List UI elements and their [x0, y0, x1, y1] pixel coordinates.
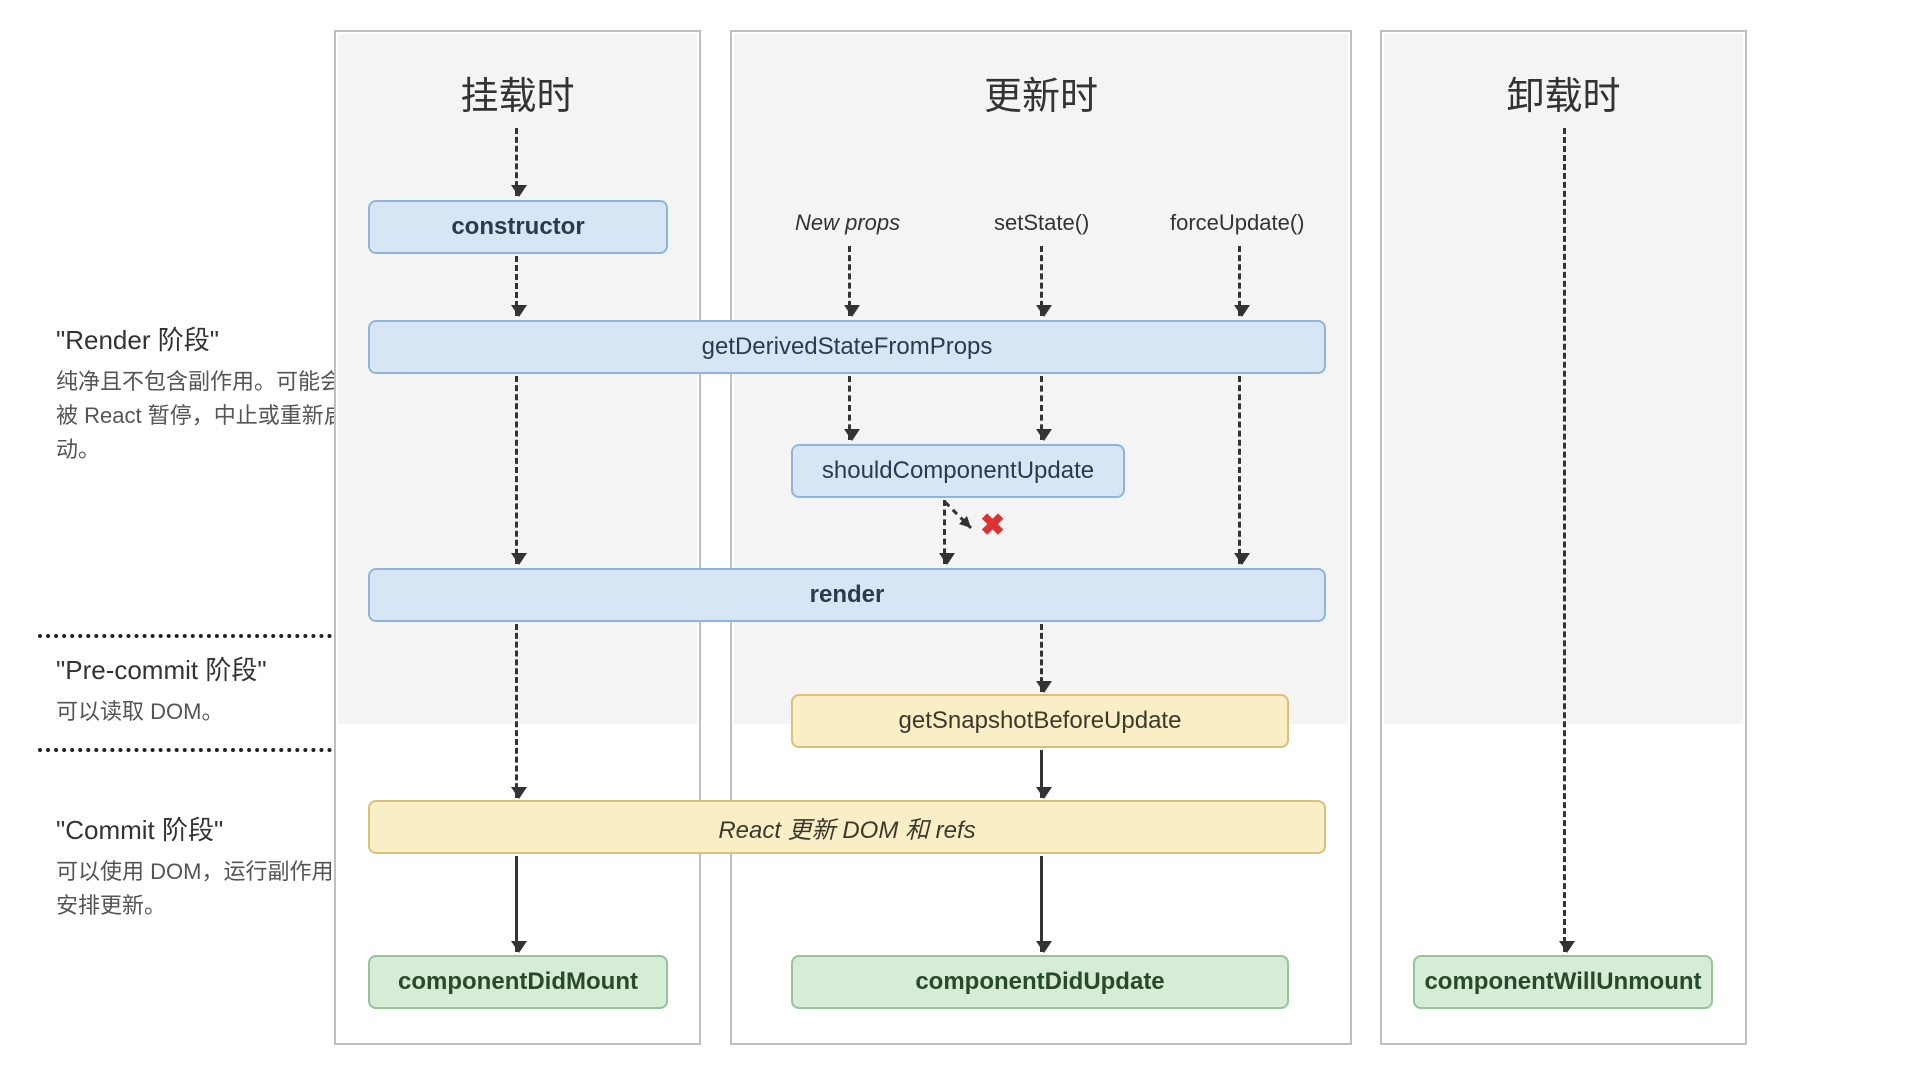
- arrow-setstate-to-gdsfp: [1040, 246, 1043, 316]
- label-new-props: New props: [795, 210, 900, 236]
- phase-render-label: "Render 阶段" 纯净且不包含副作用。可能会被 React 暂停，中止或重…: [56, 320, 356, 467]
- label-setstate: setState(): [994, 210, 1089, 236]
- arrow-mount-to-constructor: [515, 128, 518, 196]
- arrow-scu-cancel: [945, 502, 981, 538]
- node-will-unmount[interactable]: componentWillUnmount: [1413, 955, 1713, 1009]
- label-forceupdate: forceUpdate(): [1170, 210, 1305, 236]
- arrow-render-to-gsbu: [1040, 624, 1043, 692]
- phase-separator-1: [38, 634, 356, 638]
- arrow-unmount: [1563, 128, 1566, 952]
- arrow-gdsfp-to-scu-right: [1040, 376, 1043, 440]
- node-render[interactable]: render: [368, 568, 1326, 622]
- arrow-gdsfp-to-scu-left: [848, 376, 851, 440]
- phase-precommit-title: "Pre-commit 阶段": [56, 650, 356, 687]
- phase-precommit-label: "Pre-commit 阶段" 可以读取 DOM。: [56, 650, 356, 729]
- node-scu[interactable]: shouldComponentUpdate: [791, 444, 1125, 498]
- node-constructor[interactable]: constructor: [368, 200, 668, 254]
- phase-render-desc: 纯净且不包含副作用。可能会被 React 暂停，中止或重新启动。: [56, 365, 356, 467]
- phase-separator-2: [38, 748, 356, 752]
- phase-commit-label: "Commit 阶段" 可以使用 DOM，运行副作用，安排更新。: [56, 810, 356, 923]
- column-update-title: 更新时: [732, 32, 1350, 152]
- cancel-icon: ✖: [980, 508, 1005, 543]
- arrow-gdsfp-to-render-mount: [515, 376, 518, 564]
- arrow-updatedom-to-didupdate: [1040, 856, 1043, 952]
- phase-commit-title: "Commit 阶段": [56, 810, 356, 847]
- node-update-dom: React 更新 DOM 和 refs: [368, 800, 1326, 854]
- arrow-gsbu-to-updatedom: [1040, 750, 1043, 798]
- node-gsbu[interactable]: getSnapshotBeforeUpdate: [791, 694, 1289, 748]
- arrow-render-to-updatedom-mount: [515, 624, 518, 798]
- node-did-mount[interactable]: componentDidMount: [368, 955, 668, 1009]
- node-did-update[interactable]: componentDidUpdate: [791, 955, 1289, 1009]
- arrow-gdsfp-to-render-force: [1238, 376, 1241, 564]
- phase-render-title: "Render 阶段": [56, 320, 356, 357]
- arrow-constructor-to-gdsfp: [515, 256, 518, 316]
- arrow-forceupdate-to-gdsfp: [1238, 246, 1241, 316]
- arrow-newprops-to-gdsfp: [848, 246, 851, 316]
- node-gdsfp[interactable]: getDerivedStateFromProps: [368, 320, 1326, 374]
- phase-commit-desc: 可以使用 DOM，运行副作用，安排更新。: [56, 855, 356, 923]
- phase-precommit-desc: 可以读取 DOM。: [56, 695, 356, 729]
- arrow-updatedom-to-didmount: [515, 856, 518, 952]
